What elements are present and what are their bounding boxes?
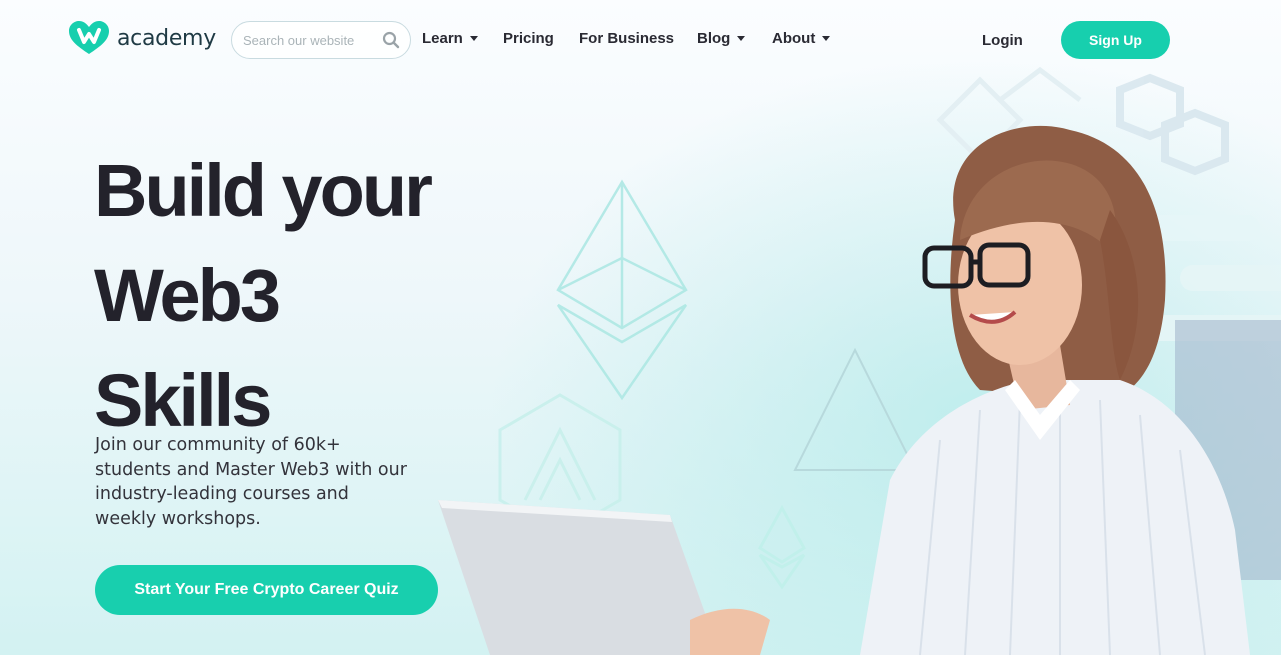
career-quiz-button[interactable]: Start Your Free Crypto Career Quiz (95, 565, 438, 615)
chevron-down-icon (822, 36, 831, 41)
search-icon[interactable] (382, 31, 400, 49)
search-field[interactable] (231, 21, 411, 59)
nav-pricing[interactable]: Pricing (503, 30, 554, 47)
nav-pricing-label: Pricing (503, 30, 554, 47)
hero-title-line: Web3 (94, 254, 281, 338)
hero-title-line: Build your (94, 149, 433, 232)
logo-wordmark: academy (117, 25, 216, 51)
woman-figure (438, 125, 1250, 655)
nav-blog-label: Blog (697, 30, 731, 47)
small-ethereum-icon (758, 504, 806, 590)
chevron-down-icon (737, 36, 746, 41)
ethereum-logo-icon (556, 179, 688, 401)
nav-blog[interactable]: Blog (697, 30, 746, 47)
hero-illustration (438, 66, 1281, 655)
logo-heart-icon (69, 21, 109, 54)
nav-about[interactable]: About (772, 30, 831, 47)
hero-title: Build your Web3 Skills (94, 138, 514, 453)
chevron-down-icon (469, 36, 478, 41)
nav-about-label: About (772, 30, 816, 47)
nav-learn[interactable]: Learn (422, 30, 478, 47)
top-navbar: academy Learn Pricing For Business Blog … (0, 0, 1281, 80)
nav-learn-label: Learn (422, 30, 463, 47)
search-input[interactable] (243, 32, 373, 48)
nav-for-business[interactable]: For Business (579, 30, 674, 47)
nav-for-business-label: For Business (579, 30, 675, 47)
site-logo[interactable]: academy (67, 20, 216, 56)
login-link[interactable]: Login (982, 32, 1023, 49)
chain-hex-icon (1116, 73, 1229, 176)
hero-subtitle: Join our community of 60k+ students and … (95, 435, 407, 529)
triangle-outline-icon (793, 347, 917, 471)
signup-button[interactable]: Sign Up (1061, 21, 1170, 59)
